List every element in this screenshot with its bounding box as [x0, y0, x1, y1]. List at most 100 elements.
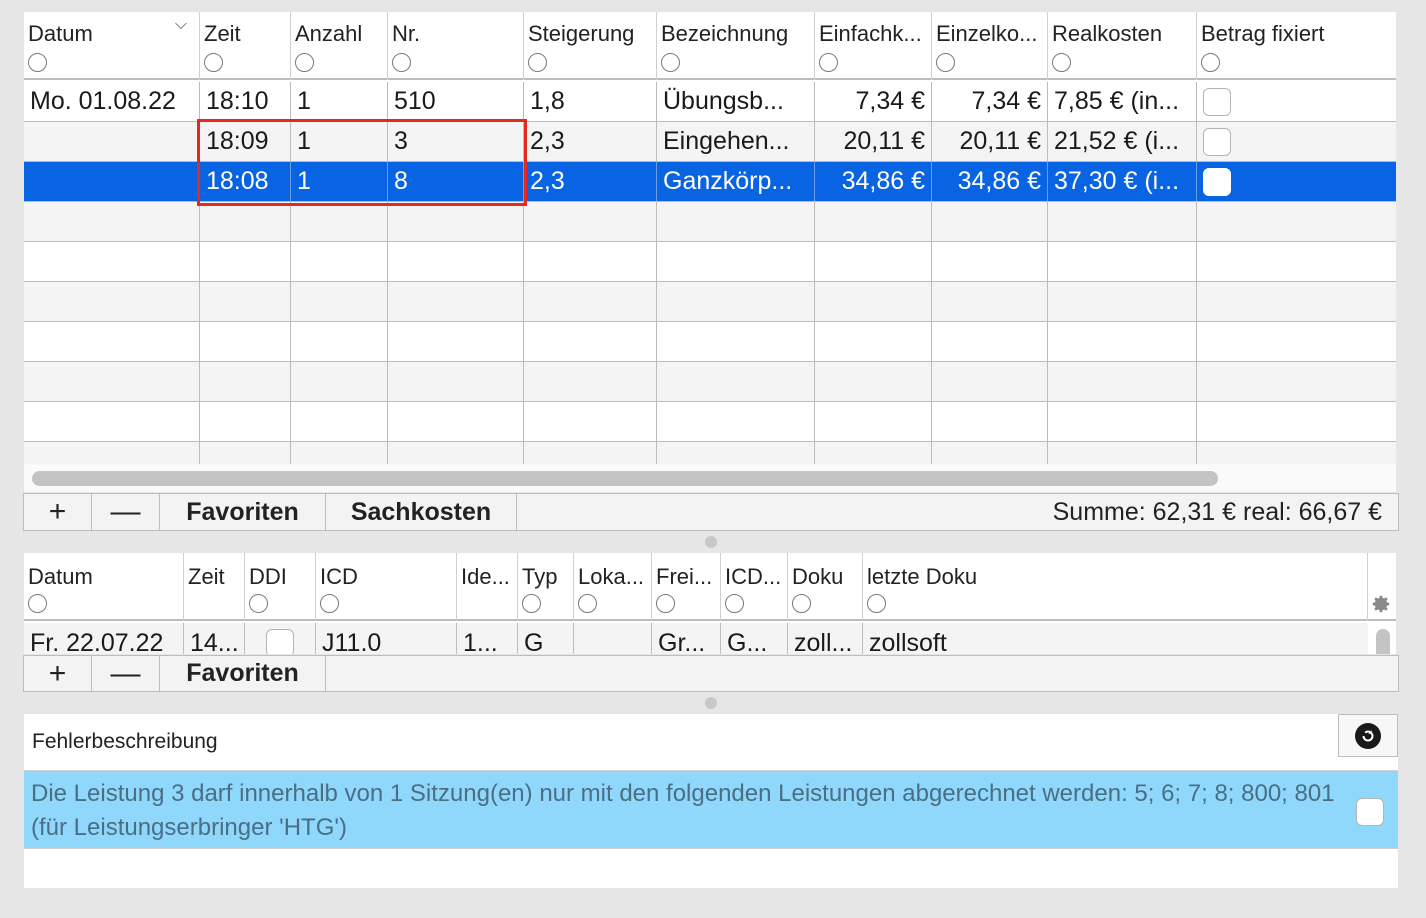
- col-anzahl[interactable]: Anzahl: [291, 12, 388, 80]
- col-bezeichnung[interactable]: Bezeichnung: [657, 12, 815, 80]
- cell-datum: Mo. 01.08.22: [24, 82, 200, 121]
- cell-betrag-fixiert: [1197, 82, 1396, 121]
- cell-einzelkosten: 34,86 €: [932, 162, 1048, 201]
- filter-radio[interactable]: [392, 53, 411, 72]
- cell-letzte-doku: zollsoft: [869, 628, 947, 655]
- sachkosten-button[interactable]: Sachkosten: [326, 494, 517, 530]
- fixiert-checkbox[interactable]: [1203, 167, 1231, 196]
- filter-radio[interactable]: [819, 53, 838, 72]
- cell-typ: G: [518, 623, 574, 654]
- remove-button[interactable]: —: [92, 656, 160, 691]
- col-nr[interactable]: Nr.: [388, 12, 524, 80]
- filter-radio[interactable]: [204, 53, 223, 72]
- scrollbar-thumb[interactable]: [32, 471, 1218, 486]
- acknowledge-checkbox[interactable]: [1356, 798, 1384, 826]
- cell-einfachkosten: 20,11 €: [815, 122, 932, 161]
- empty-row: [24, 242, 1396, 282]
- cell-doku: zoll...: [788, 623, 863, 654]
- cell-realkosten: 7,85 € (in...: [1048, 82, 1197, 121]
- error-panel: Fehlerbeschreibung Die Leistung 3 darf i…: [24, 714, 1398, 888]
- refresh-icon: [1355, 722, 1381, 749]
- favoriten-button[interactable]: Favoriten: [160, 494, 326, 530]
- col-freitext[interactable]: Frei...: [652, 553, 721, 621]
- cell-steigerung: 2,3: [524, 122, 657, 161]
- favoriten-button[interactable]: Favoriten: [160, 656, 326, 691]
- filter-radio[interactable]: [295, 53, 314, 72]
- filter-radio[interactable]: [1052, 53, 1071, 72]
- error-message: Die Leistung 3 darf innerhalb von 1 Sitz…: [31, 780, 1335, 841]
- col-datum[interactable]: Datum: [24, 553, 184, 621]
- splitter-handle[interactable]: [705, 697, 717, 709]
- cell-zeit: 14...: [184, 623, 245, 654]
- col-steigerung[interactable]: Steigerung: [524, 12, 657, 80]
- table-row-selected[interactable]: 18:08 1 8 2,3 Ganzkörp... 34,86 € 34,86 …: [24, 162, 1396, 202]
- add-button[interactable]: +: [24, 656, 92, 691]
- splitter-handle[interactable]: [705, 536, 717, 548]
- filter-radio[interactable]: [792, 594, 811, 613]
- horizontal-scrollbar[interactable]: [24, 464, 1396, 492]
- services-table: Datum ⌵ Zeit Anzahl Nr. Steigerung Bezei…: [24, 12, 1396, 464]
- filter-radio[interactable]: [28, 53, 47, 72]
- cell-anzahl: 1: [291, 82, 388, 121]
- cell-einfachkosten: 34,86 €: [815, 162, 932, 201]
- diagnoses-table: Datum Zeit DDI ICD Ide... Typ Loka... Fr…: [24, 553, 1396, 654]
- fixiert-checkbox[interactable]: [1203, 87, 1231, 116]
- filter-radio[interactable]: [661, 53, 680, 72]
- fixiert-checkbox[interactable]: [1203, 127, 1231, 156]
- gear-icon[interactable]: [1370, 593, 1392, 615]
- table-row[interactable]: Fr. 22.07.22 14... J11.0 1... G Gr... G.…: [24, 623, 1368, 654]
- cell-ide: 1...: [457, 623, 518, 654]
- col-betrag-fixiert[interactable]: Betrag fixiert: [1197, 12, 1396, 80]
- cell-bezeichnung: Ganzkörp...: [657, 162, 815, 201]
- col-datum[interactable]: Datum ⌵: [24, 12, 200, 80]
- chevron-down-icon[interactable]: ⌵: [175, 16, 187, 34]
- filter-radio[interactable]: [656, 594, 675, 613]
- cell-betrag-fixiert: [1197, 162, 1396, 201]
- cell-zeit: 18:09: [200, 122, 291, 161]
- filter-radio[interactable]: [28, 594, 47, 613]
- table-row[interactable]: 18:09 1 3 2,3 Eingehen... 20,11 € 20,11 …: [24, 122, 1396, 162]
- refresh-button[interactable]: [1338, 714, 1398, 757]
- col-icd[interactable]: ICD: [316, 553, 457, 621]
- col-realkosten[interactable]: Realkosten: [1048, 12, 1197, 80]
- cell-realkosten: 21,52 € (i...: [1048, 122, 1197, 161]
- filter-radio[interactable]: [578, 594, 597, 613]
- col-doku[interactable]: Doku: [788, 553, 863, 621]
- filter-radio[interactable]: [1201, 53, 1220, 72]
- cell-realkosten: 37,30 € (i...: [1048, 162, 1197, 201]
- col-typ[interactable]: Typ: [518, 553, 574, 621]
- cell-zeit: 18:10: [200, 82, 291, 121]
- cell-zeit: 18:08: [200, 162, 291, 201]
- empty-row: [24, 282, 1396, 322]
- filter-radio[interactable]: [522, 594, 541, 613]
- add-button[interactable]: +: [24, 494, 92, 530]
- col-lokalisation[interactable]: Loka...: [574, 553, 652, 621]
- table-row[interactable]: Mo. 01.08.22 18:10 1 510 1,8 Übungsb... …: [24, 82, 1396, 122]
- col-ide[interactable]: Ide...: [457, 553, 518, 621]
- col-icd-text[interactable]: ICD...: [721, 553, 788, 621]
- col-letzte-doku[interactable]: letzte Doku: [863, 553, 1368, 621]
- filter-radio[interactable]: [936, 53, 955, 72]
- services-toolbar: + — Favoriten Sachkosten Summe: 62,31 € …: [23, 493, 1399, 531]
- cell-einzelkosten: 7,34 €: [932, 82, 1048, 121]
- filter-radio[interactable]: [320, 594, 339, 613]
- filter-radio[interactable]: [249, 594, 268, 613]
- cell-steigerung: 2,3: [524, 162, 657, 201]
- ddi-checkbox[interactable]: [266, 629, 294, 654]
- filter-radio[interactable]: [528, 53, 547, 72]
- error-message-row[interactable]: Die Leistung 3 darf innerhalb von 1 Sitz…: [24, 770, 1398, 849]
- col-einzelkosten[interactable]: Einzelko...: [932, 12, 1048, 80]
- filter-radio[interactable]: [867, 594, 886, 613]
- filter-radio[interactable]: [725, 594, 744, 613]
- empty-row: [24, 362, 1396, 402]
- col-settings[interactable]: [1368, 553, 1396, 621]
- col-zeit[interactable]: Zeit: [200, 12, 291, 80]
- col-ddi[interactable]: DDI: [245, 553, 316, 621]
- empty-row: [24, 202, 1396, 242]
- remove-button[interactable]: —: [92, 494, 160, 530]
- col-einfachkosten[interactable]: Einfachk...: [815, 12, 932, 80]
- cell-datum: Fr. 22.07.22: [24, 623, 184, 654]
- vertical-scrollbar-thumb[interactable]: [1376, 629, 1390, 654]
- empty-row: [24, 442, 1396, 464]
- col-zeit[interactable]: Zeit: [184, 553, 245, 621]
